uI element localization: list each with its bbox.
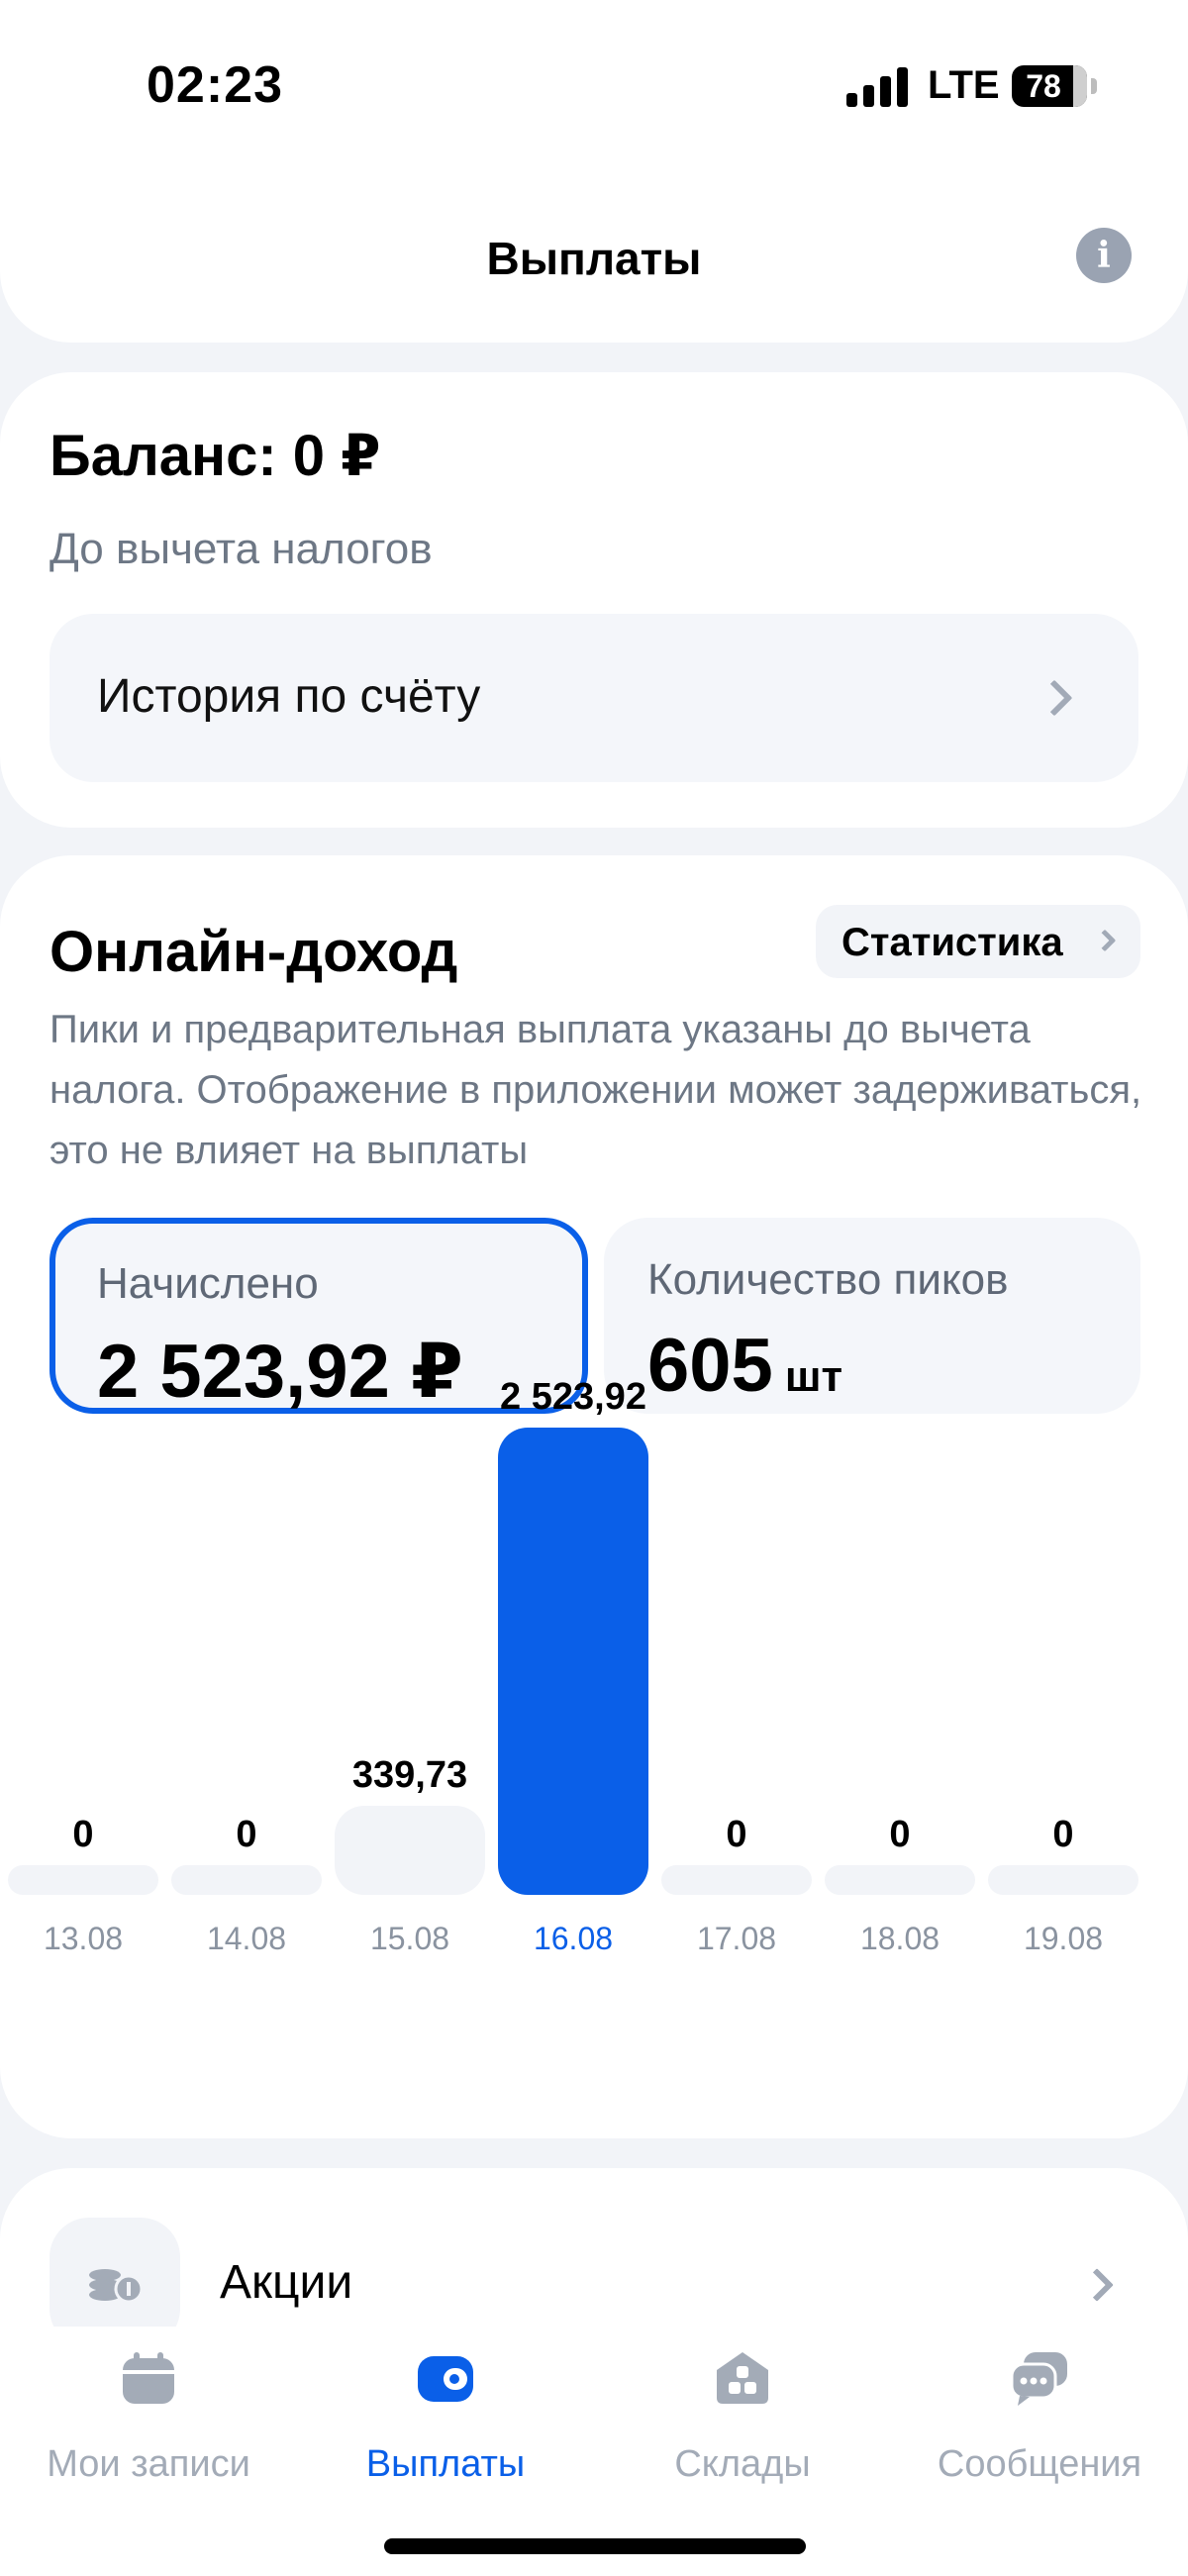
account-history-button[interactable]: История по счёту bbox=[50, 614, 1138, 782]
accrued-label: Начислено bbox=[97, 1259, 319, 1308]
warehouse-icon bbox=[713, 2348, 772, 2408]
chevron-right-icon bbox=[1080, 2268, 1114, 2302]
tab-warehouses[interactable]: Склады bbox=[594, 2348, 891, 2487]
statistics-button[interactable]: Статистика bbox=[816, 905, 1140, 978]
peaks-metric[interactable]: Количество пиков 605 шт bbox=[604, 1218, 1140, 1414]
peaks-label: Количество пиков bbox=[647, 1255, 1009, 1304]
header: Выплаты i bbox=[0, 158, 1188, 343]
promo-label: Акции bbox=[220, 2256, 353, 2309]
chevron-right-icon bbox=[1036, 679, 1073, 717]
wallet-icon bbox=[416, 2348, 475, 2408]
tab-messages[interactable]: Сообщения bbox=[891, 2348, 1188, 2487]
chart-value-label: 0 bbox=[236, 1814, 257, 1855]
battery-icon: 78 bbox=[1012, 65, 1087, 107]
battery-level: 78 bbox=[1026, 68, 1061, 104]
home-indicator bbox=[384, 2538, 806, 2554]
info-icon[interactable]: i bbox=[1076, 228, 1132, 283]
statistics-label: Статистика bbox=[842, 921, 1063, 964]
income-title: Онлайн-доход bbox=[50, 920, 458, 984]
chart-bar[interactable] bbox=[988, 1865, 1138, 1895]
balance-title: Баланс: 0 ₽ bbox=[50, 424, 381, 488]
chart-date-label: 13.08 bbox=[43, 1921, 124, 1956]
peaks-value-row: 605 шт bbox=[647, 1323, 842, 1409]
battery-tip bbox=[1091, 78, 1097, 94]
online-income-card: Онлайн-доход Статистика Пики и предварит… bbox=[0, 855, 1188, 2138]
income-description: Пики и предварительная выплата указаны д… bbox=[50, 1008, 1142, 1172]
tab-label: Выплаты bbox=[365, 2443, 526, 2485]
account-history-label: История по счёту bbox=[97, 670, 481, 723]
chart-date-label: 17.08 bbox=[696, 1921, 777, 1956]
chart-bar[interactable] bbox=[8, 1865, 158, 1895]
chart-bar[interactable] bbox=[171, 1865, 322, 1895]
chart-value-label: 339,73 bbox=[351, 1754, 468, 1796]
peaks-unit: шт bbox=[784, 1352, 843, 1401]
chart-value-label: 2 523,92 bbox=[500, 1376, 646, 1418]
tab-payouts[interactable]: Выплаты bbox=[297, 2348, 594, 2487]
chart-bar[interactable] bbox=[335, 1806, 485, 1895]
accrued-value: 2 523,92 ₽ bbox=[97, 1330, 463, 1414]
page-title: Выплаты bbox=[486, 233, 702, 284]
tab-label: Склады bbox=[674, 2443, 811, 2485]
daily-income-chart: 0 13.08 0 14.08 339,73 15.08 2 523,92 16.08 0 17.… bbox=[0, 1376, 1188, 1964]
balance-subtitle: До вычета налогов bbox=[50, 525, 433, 573]
balance-card: Баланс: 0 ₽ До вычета налогов История по… bbox=[0, 372, 1188, 828]
chat-icon bbox=[1010, 2348, 1069, 2408]
chart-date-label: 18.08 bbox=[859, 1921, 940, 1956]
status-time: 02:23 bbox=[147, 56, 283, 114]
tab-label: Сообщения bbox=[937, 2443, 1142, 2485]
chart-date-label: 15.08 bbox=[369, 1921, 450, 1956]
chart-value-label: 0 bbox=[1052, 1814, 1074, 1855]
tab-label: Мои записи bbox=[47, 2443, 250, 2485]
chevron-right-icon bbox=[1093, 929, 1117, 952]
chart-bar[interactable] bbox=[825, 1865, 975, 1895]
chart-date-label: 19.08 bbox=[1023, 1921, 1104, 1956]
chart-date-label: 14.08 bbox=[206, 1921, 287, 1956]
chart-bar[interactable] bbox=[661, 1865, 812, 1895]
cellular-signal-icon bbox=[846, 67, 908, 107]
network-type: LTE bbox=[928, 63, 1000, 107]
calendar-icon bbox=[119, 2348, 178, 2408]
chart-bar[interactable] bbox=[498, 1428, 648, 1895]
status-bar: 02:23 LTE 78 bbox=[0, 0, 1188, 168]
tab-my-bookings[interactable]: Мои записи bbox=[0, 2348, 297, 2487]
chart-date-label: 16.08 bbox=[533, 1921, 614, 1956]
